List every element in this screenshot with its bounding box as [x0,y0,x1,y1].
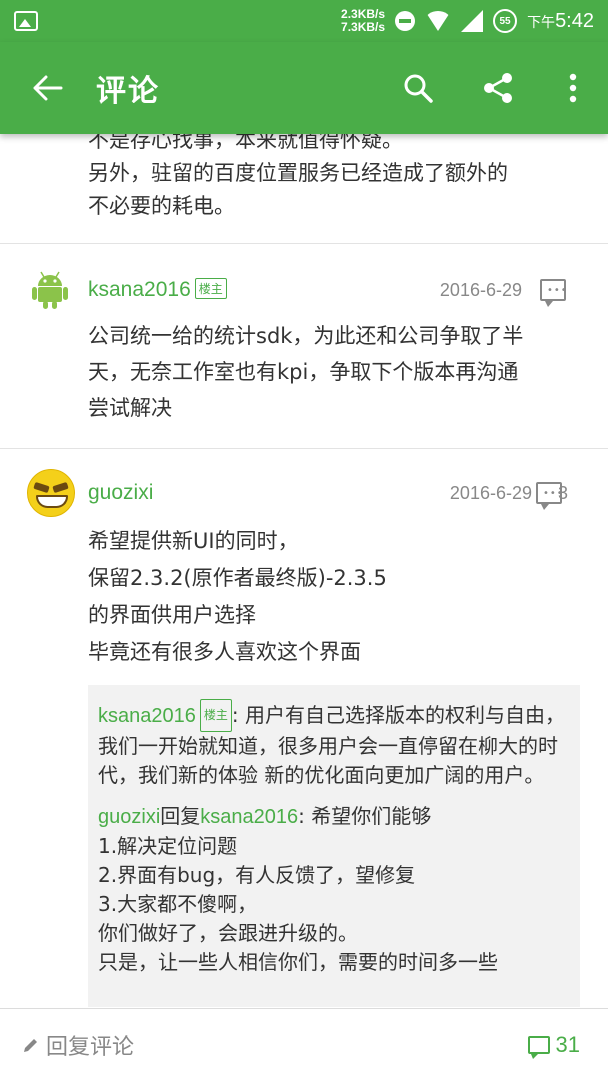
pencil-icon [24,1038,37,1052]
comment-date: 2016-6-29 [439,279,522,300]
text-line: 只是，让一些人相信你们，需要的时间多一些 [98,950,498,974]
reply-comment-input[interactable]: 回复评论 [0,1029,134,1061]
text-line: 不是存心找事，本来就值得怀疑。 [88,134,403,152]
comment-count-button[interactable]: 31 [527,1031,608,1059]
comment-date: 2016-6-29 [449,482,532,503]
text-line: 2.界面有bug，有人反馈了，望修复 [98,863,416,887]
app-bar: 评论 [0,42,608,134]
text-line: 天，无奈工作室也有kpi，争取下个版本再沟通 [88,360,519,384]
bottom-bar: 回复评论 31 [0,1008,608,1080]
reply-author[interactable]: ksana2016 [98,705,196,727]
do-not-disturb-icon [395,11,416,31]
time-prefix: 下午 [527,13,556,30]
reply-author[interactable]: guozixi [98,806,160,828]
text-line: 毕竟还有很多人喜欢这个界面 [88,640,361,664]
back-arrow-icon [33,75,63,101]
more-vert-icon [569,73,577,103]
reply-item[interactable]: guozixi回复ksana2016: 希望你们能够 1.解决定位问题 2.界面… [98,802,570,977]
user-avatar[interactable] [27,469,75,517]
comment-icon [527,1035,550,1059]
owner-badge: 楼主 [194,278,227,299]
search-icon [404,74,433,103]
owner-badge: 楼主 [199,699,232,732]
comment-body: 希望提供新UI的同时， 保留2.3.2(原作者最终版)-2.3.5 的界面供用户… [0,523,608,671]
reply-item[interactable]: ksana2016 楼主: 用户有自己选择版本的权利与自由，我们一开始就知道，很多… [98,699,570,790]
clock: 下午5:42 [527,10,594,33]
battery-icon: 55 [493,9,518,33]
reply-word: 回复 [160,804,201,828]
comment-author[interactable]: guozixi [88,481,153,505]
text-line: 1.解决定位问题 [98,834,238,858]
author-name[interactable]: ksana2016 [88,278,191,301]
text-line: 你们做好了，会跟进升级的。 [98,921,358,945]
search-button[interactable] [378,42,458,134]
comment-count: 31 [555,1031,580,1057]
text-line: 保留2.3.2(原作者最终版)-2.3.5 [88,566,387,590]
text-line: 3.大家都不傻啊， [98,892,258,916]
comment-list[interactable]: 不是存心找事，本来就值得怀疑。 另外，驻留的百度位置服务已经造成了额外的 不必要… [0,134,608,1008]
net-down: 7.3KB/s [341,20,386,34]
signal-icon [461,10,484,32]
text-line: 希望提供新UI的同时， [88,529,299,553]
share-icon [484,73,512,103]
reply-placeholder: 回复评论 [46,1034,135,1060]
reply-thread: ksana2016 楼主: 用户有自己选择版本的权利与自由，我们一开始就知道，很多… [88,685,580,1007]
reply-target[interactable]: ksana2016 [200,806,298,828]
android-avatar-icon[interactable] [30,270,70,310]
time-value: 5:42 [555,9,594,32]
gallery-icon [14,11,38,31]
comment-item[interactable]: guozixi 2016-6-29 ••• 3 希望提供新UI的同时， 保留2.… [0,449,608,1007]
comment-body: 公司统一给的统计sdk，为此还和公司争取了半 天，无奈工作室也有kpi，争取下个… [0,318,608,426]
text-line: 另外，驻留的百度位置服务已经造成了额外的 [88,161,508,185]
text-line: 不必要的耗电。 [88,194,235,218]
text-line: 公司统一给的统计sdk，为此还和公司争取了半 [88,324,524,348]
network-speed: 2.3KB/s 7.3KB/s [341,8,385,34]
reply-text: : 希望你们能够 [298,804,432,828]
previous-comment-body: 不是存心找事，本来就值得怀疑。 另外，驻留的百度位置服务已经造成了额外的 不必要… [0,134,590,223]
more-options-button[interactable] [538,42,608,134]
share-button[interactable] [458,42,538,134]
text-line: 的界面供用户选择 [88,603,256,627]
comment-author[interactable]: ksana2016 楼主 [88,278,227,302]
comment-item[interactable]: ksana2016 楼主 2016-6-29 ••• 公司统一给的统计sdk，为此… [0,244,608,448]
page-title: 评论 [96,74,160,109]
comment-reply-icon[interactable]: ••• [540,279,567,307]
reply-count: 3 [557,482,568,503]
text-line: 尝试解决 [88,396,172,420]
back-button[interactable] [0,42,96,134]
wifi-icon [425,11,452,31]
status-bar: 2.3KB/s 7.3KB/s 55 下午5:42 [0,0,608,42]
